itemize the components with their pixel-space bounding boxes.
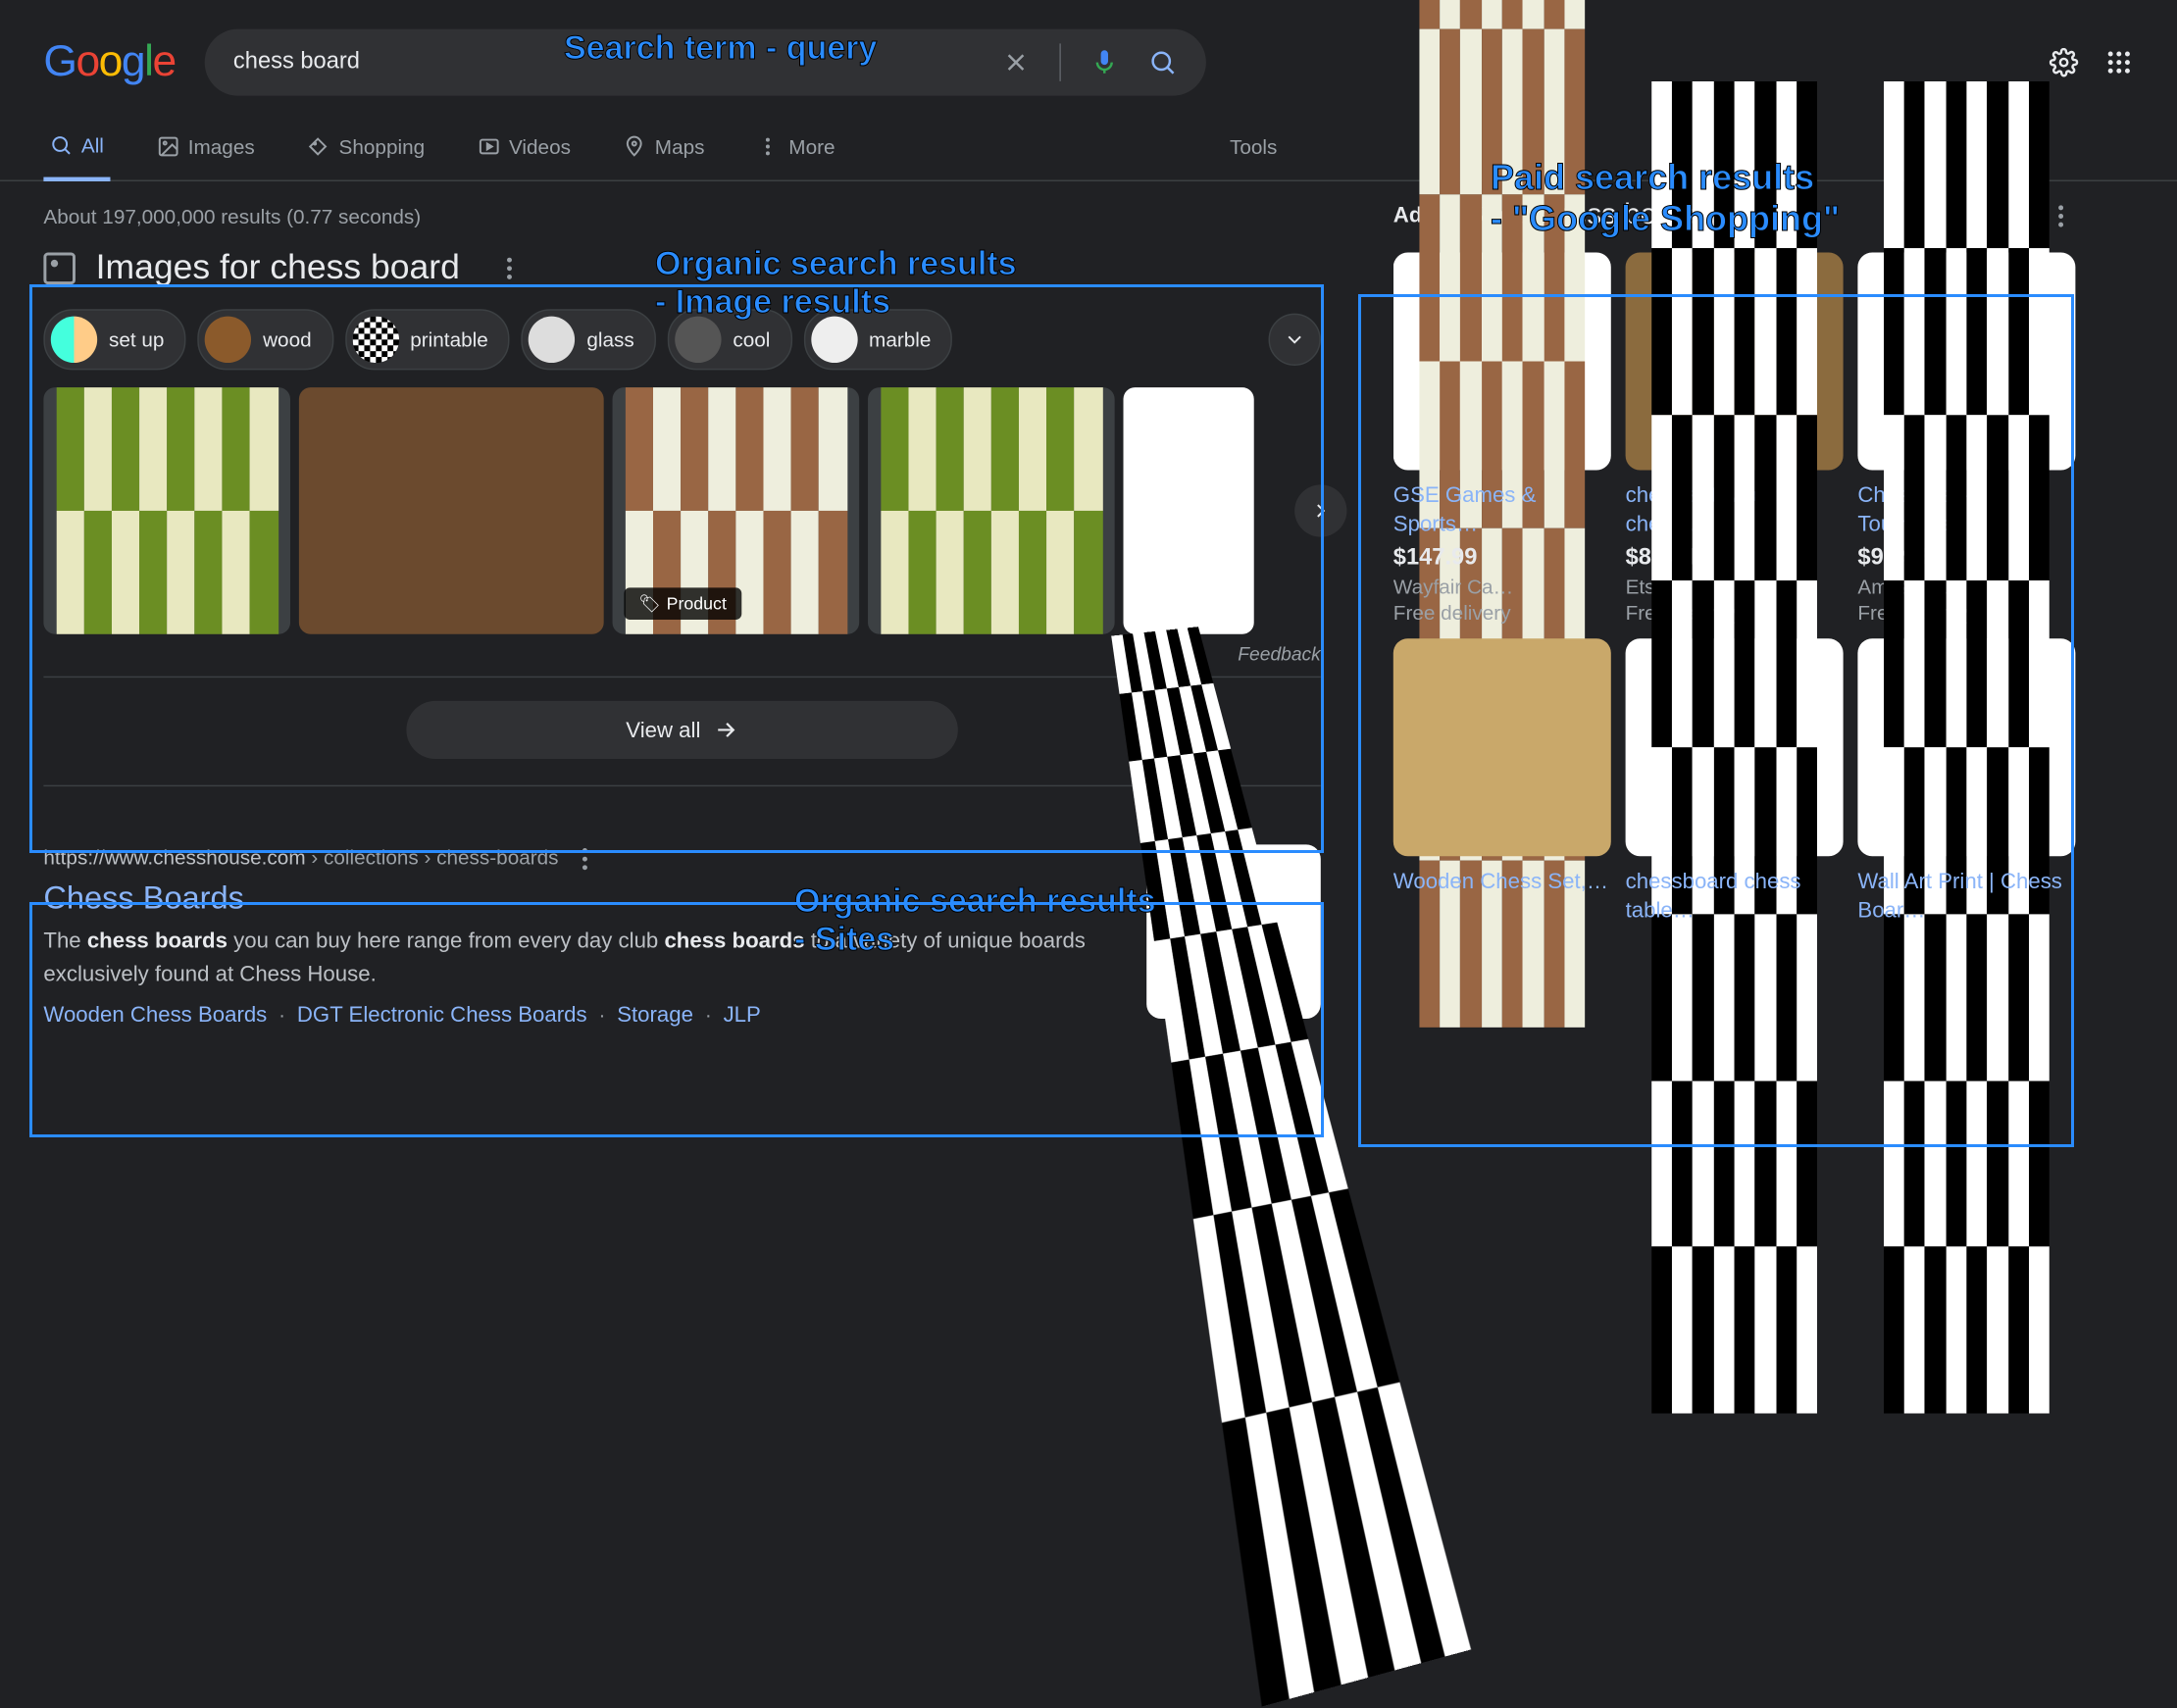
annotation: Search term - query <box>564 29 877 68</box>
chip-setup[interactable]: set up <box>43 309 185 370</box>
image-result[interactable]: 🏷 Product <box>613 387 860 634</box>
result-title[interactable]: Chess Boards <box>43 879 244 917</box>
shopping-item[interactable]: chessboard chess table… <box>1626 638 1844 926</box>
chip-printable[interactable]: printable <box>345 309 510 370</box>
shopping-thumbnail <box>1626 638 1844 856</box>
image-result[interactable] <box>299 387 604 634</box>
image-result[interactable] <box>43 387 290 634</box>
more-icon[interactable] <box>2047 201 2076 230</box>
tab-all[interactable]: All <box>43 119 109 181</box>
tab-maps[interactable]: Maps <box>617 121 710 178</box>
annotation: Organic search results - Image results <box>655 245 1017 322</box>
shopping-item[interactable]: GSE Games & Sports… $147.99 Wayfair Ca… … <box>1393 253 1611 625</box>
shopping-item-title: Wooden Chess Set,… <box>1393 868 1611 926</box>
result-thumbnail[interactable] <box>1146 844 1321 1019</box>
image-result[interactable] <box>1124 387 1254 634</box>
sitelink[interactable]: DGT Electronic Chess Boards <box>297 1003 587 1028</box>
result-url[interactable]: https://www.chesshouse.com › collections… <box>43 844 1102 874</box>
chips-more[interactable] <box>1269 314 1321 366</box>
shopping-thumbnail <box>1393 638 1611 856</box>
image-icon <box>43 253 76 285</box>
google-logo[interactable]: Google <box>43 37 175 86</box>
next-images-icon[interactable] <box>1294 484 1346 536</box>
chip-glass[interactable]: glass <box>522 309 656 370</box>
sitelink[interactable]: JLP <box>724 1003 761 1028</box>
more-icon[interactable] <box>570 844 599 874</box>
clear-icon[interactable] <box>1001 48 1031 77</box>
sitelink[interactable]: Storage <box>617 1003 693 1028</box>
search-icon[interactable] <box>1147 48 1177 77</box>
shopping-item[interactable]: Wooden Chess Set,… <box>1393 638 1611 926</box>
chip-wood[interactable]: wood <box>197 309 332 370</box>
sitelink[interactable]: Wooden Chess Boards <box>43 1003 267 1028</box>
product-tag: 🏷 Product <box>624 587 740 620</box>
view-all-button[interactable]: View all <box>406 701 957 759</box>
apps-icon[interactable] <box>2104 48 2134 77</box>
annotation: Organic search results - Sites <box>794 882 1156 959</box>
tools-button[interactable]: Tools <box>1230 121 1277 178</box>
tab-shopping[interactable]: Shopping <box>301 121 430 178</box>
annotation: Paid search results - "Google Shopping" <box>1491 157 1840 239</box>
shopping-item[interactable]: Wall Art Print | Chess Boar… <box>1857 638 2075 926</box>
shopping-thumbnail <box>1393 253 1611 471</box>
more-icon[interactable] <box>494 254 524 283</box>
image-result[interactable] <box>868 387 1115 634</box>
result-stats: About 197,000,000 results (0.77 seconds) <box>43 205 1320 228</box>
shopping-thumbnail <box>1857 638 2075 856</box>
tab-images[interactable]: Images <box>150 121 260 178</box>
tabs: All Images Shopping Videos Maps More Too… <box>0 110 2177 181</box>
tab-videos[interactable]: Videos <box>471 121 576 178</box>
images-block-title[interactable]: Images for chess board <box>96 248 460 288</box>
tab-more[interactable]: More <box>751 121 841 178</box>
settings-icon[interactable] <box>2050 48 2079 77</box>
sitelinks: Wooden Chess Boards· DGT Electronic Ches… <box>43 1003 1102 1028</box>
mic-icon[interactable] <box>1089 48 1119 77</box>
